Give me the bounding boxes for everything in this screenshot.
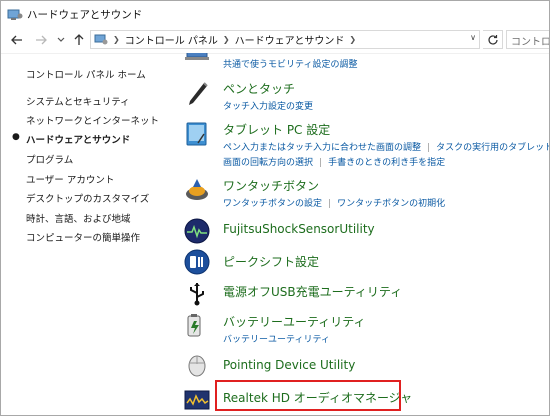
link-divider: |: [319, 158, 323, 168]
sidebar-item-system-security[interactable]: システムとセキュリティ: [26, 94, 130, 108]
category-onetouch-button[interactable]: ワンタッチボタン: [223, 177, 319, 194]
realtek-audio-icon: [184, 387, 210, 413]
address-dropdown-chevron-icon[interactable]: ∨: [470, 33, 476, 42]
breadcrumb-hardware-sound[interactable]: ハードウェアとサウンド: [235, 32, 345, 47]
sidebar-item-desktop-customization[interactable]: デスクトップのカスタマイズ: [26, 191, 149, 205]
battery-icon: [184, 313, 210, 339]
usb-icon: [184, 281, 210, 307]
link-adjust-mobility-settings[interactable]: 共通で使うモビリティ設定の調整: [223, 60, 357, 70]
sidebar-item-network-internet[interactable]: ネットワークとインターネット: [26, 113, 159, 127]
shock-sensor-icon: [184, 218, 210, 244]
hardware-sound-icon: [7, 7, 23, 21]
sidebar-item-hardware-sound[interactable]: ハードウェアとサウンド: [26, 132, 130, 146]
back-arrow-icon[interactable]: [9, 31, 25, 49]
link-battery-utility[interactable]: バッテリーユーティリティ: [223, 335, 330, 345]
link-tablet-buttons[interactable]: タスクの実行用のタブレット ボタ: [436, 143, 549, 153]
breadcrumb-separator-icon: ❯: [349, 35, 357, 44]
link-screen-rotation[interactable]: 画面の回転方向の選択: [223, 158, 313, 168]
navigation-bar: ❯ コントロール パネル ❯ ハードウェアとサウンド ❯ ∨ コントロール パネ: [1, 27, 549, 54]
link-divider: |: [427, 143, 431, 153]
recent-locations-chevron-icon[interactable]: [53, 31, 69, 49]
category-shock-sensor[interactable]: FujitsuShockSensorUtility: [223, 222, 375, 236]
mobility-links: 共通で使うモビリティ設定の調整: [223, 57, 357, 70]
category-pointing-device[interactable]: Pointing Device Utility: [223, 358, 355, 372]
title-bar: ハードウェアとサウンド: [1, 1, 549, 27]
breadcrumb-separator-icon: ❯: [113, 35, 120, 44]
up-arrow-icon[interactable]: [71, 31, 87, 49]
control-panel-icon: [94, 34, 108, 46]
highlight-box: [215, 380, 401, 411]
link-onetouch-reset[interactable]: ワンタッチボタンの初期化: [337, 199, 445, 209]
category-usb-charging[interactable]: 電源オフUSB充電ユーティリティ: [223, 283, 402, 300]
sidebar-item-user-accounts[interactable]: ユーザー アカウント: [26, 172, 114, 186]
sidebar-item-ease-of-access[interactable]: コンピューターの簡単操作: [26, 230, 140, 244]
tablet-links-row-2: 画面の回転方向の選択 | 手書きのときの利き手を指定: [223, 155, 445, 168]
link-onetouch-settings[interactable]: ワンタッチボタンの設定: [223, 199, 322, 209]
search-input[interactable]: コントロール パネ: [506, 30, 549, 49]
window-title: ハードウェアとサウンド: [27, 8, 143, 21]
category-pen-touch[interactable]: ペンとタッチ: [223, 80, 295, 97]
mouse-icon: [184, 351, 210, 377]
onetouch-button-icon: [184, 177, 210, 203]
battery-links: バッテリーユーティリティ: [223, 332, 330, 345]
sidebar-item-programs[interactable]: プログラム: [26, 152, 73, 166]
tablet-icon: [184, 121, 210, 147]
pen-icon: [184, 81, 210, 107]
onetouch-links: ワンタッチボタンの設定 | ワンタッチボタンの初期化: [223, 196, 445, 209]
pen-touch-links: タッチ入力設定の変更: [223, 99, 313, 112]
refresh-icon[interactable]: [483, 30, 503, 49]
link-divider: |: [328, 199, 332, 209]
sidebar-item-clock-language-region[interactable]: 時計、言語、および地域: [26, 211, 131, 225]
tablet-links-row-1: ペン入力またはタッチ入力に合わせた画面の調整 | タスクの実行用のタブレット ボタ: [223, 140, 549, 153]
link-change-touch-input[interactable]: タッチ入力設定の変更: [223, 102, 313, 112]
category-tablet-pc[interactable]: タブレット PC 設定: [223, 121, 330, 138]
mobility-icon: [184, 53, 210, 63]
address-bar[interactable]: ❯ コントロール パネル ❯ ハードウェアとサウンド ❯ ∨: [90, 30, 480, 49]
peak-shift-icon: [184, 249, 210, 275]
control-panel-window: ハードウェアとサウンド ❯ コントロール パネル ❯ ハードウェアとサウンド ❯…: [0, 0, 550, 416]
forward-arrow-icon[interactable]: [33, 31, 49, 49]
sidebar-item-control-panel-home[interactable]: コントロール パネル ホーム: [26, 67, 146, 81]
breadcrumb-separator-icon: ❯: [222, 35, 230, 44]
breadcrumb-control-panel[interactable]: コントロール パネル: [125, 32, 218, 47]
link-handedness[interactable]: 手書きのときの利き手を指定: [328, 158, 445, 168]
active-bullet-icon: ●: [12, 132, 20, 142]
category-battery-utility[interactable]: バッテリーユーティリティ: [223, 313, 366, 330]
category-peak-shift[interactable]: ピークシフト設定: [223, 253, 319, 270]
sidebar: コントロール パネル ホーム システムとセキュリティ ネットワークとインターネッ…: [1, 53, 171, 415]
category-list: 共通で使うモビリティ設定の調整 ペンとタッチ タッチ入力設定の変更 タブレット …: [171, 53, 549, 415]
link-calibrate-screen[interactable]: ペン入力またはタッチ入力に合わせた画面の調整: [223, 143, 421, 153]
